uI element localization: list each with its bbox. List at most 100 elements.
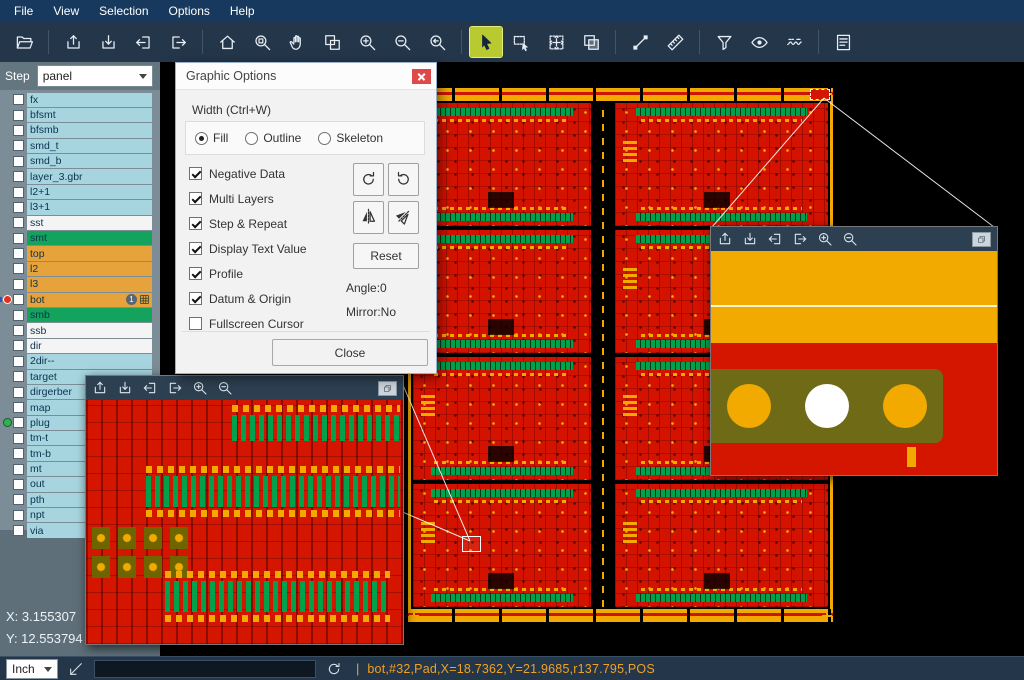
layer-name[interactable]: bfsmt xyxy=(27,108,152,122)
magnifier-tool-button[interactable] xyxy=(142,380,158,396)
dialog-titlebar[interactable]: Graphic Options xyxy=(176,63,436,90)
layer-visibility-checkbox[interactable] xyxy=(13,356,24,367)
menu-item[interactable]: View xyxy=(43,0,89,22)
layer-visibility-checkbox[interactable] xyxy=(13,310,24,321)
layer-row[interactable]: top xyxy=(0,246,160,261)
toolbar-button[interactable] xyxy=(57,27,89,57)
layer-name[interactable]: fx xyxy=(27,93,152,107)
layer-name[interactable]: layer_3.gbr xyxy=(27,169,152,183)
close-icon[interactable] xyxy=(412,69,431,84)
toolbar-button[interactable] xyxy=(659,27,691,57)
layer-visibility-checkbox[interactable] xyxy=(13,263,24,274)
layer-row[interactable]: l3 xyxy=(0,277,160,292)
layer-visibility-checkbox[interactable] xyxy=(13,494,24,505)
layer-visibility-checkbox[interactable] xyxy=(13,279,24,290)
reset-button[interactable]: Reset xyxy=(353,243,419,269)
layer-row[interactable]: 2dir-- xyxy=(0,354,160,369)
mirror-diagonal-button[interactable] xyxy=(388,201,419,234)
toolbar-button[interactable] xyxy=(8,27,40,57)
layer-name[interactable]: bot 1 xyxy=(27,293,152,307)
magnifier-tool-button[interactable] xyxy=(192,380,208,396)
menu-item[interactable]: Selection xyxy=(89,0,158,22)
layer-name[interactable]: ssb xyxy=(27,323,152,337)
menu-item[interactable]: File xyxy=(4,0,43,22)
option-checkbox-row[interactable]: Fullscreen Cursor xyxy=(189,311,307,336)
layer-visibility-checkbox[interactable] xyxy=(13,325,24,336)
layer-visibility-checkbox[interactable] xyxy=(13,340,24,351)
toolbar-button[interactable] xyxy=(778,27,810,57)
toolbar-button[interactable] xyxy=(743,27,775,57)
magnifier-view[interactable] xyxy=(86,400,403,644)
toolbar-button[interactable] xyxy=(162,27,194,57)
magnifier-tool-button[interactable] xyxy=(117,380,133,396)
layer-row[interactable]: smd_b xyxy=(0,154,160,169)
layer-visibility-checkbox[interactable] xyxy=(13,156,24,167)
layer-row[interactable]: dir xyxy=(0,338,160,353)
layer-visibility-checkbox[interactable] xyxy=(13,387,24,398)
option-checkbox-row[interactable]: Step & Repeat xyxy=(189,211,307,236)
layer-row[interactable]: fx xyxy=(0,92,160,107)
layer-visibility-checkbox[interactable] xyxy=(13,464,24,475)
layer-visibility-checkbox[interactable] xyxy=(13,94,24,105)
layer-visibility-checkbox[interactable] xyxy=(13,448,24,459)
layer-name[interactable]: l3 xyxy=(27,277,152,291)
toolbar-button[interactable] xyxy=(827,27,859,57)
layer-row[interactable]: l2+1 xyxy=(0,184,160,199)
option-checkbox-row[interactable]: Multi Layers xyxy=(189,186,307,211)
toolbar-button[interactable] xyxy=(92,27,124,57)
magnifier-titlebar[interactable] xyxy=(711,227,997,251)
toolbar-button[interactable] xyxy=(421,27,453,57)
magnifier-tool-button[interactable] xyxy=(742,231,758,247)
layer-visibility-checkbox[interactable] xyxy=(13,171,24,182)
layer-visibility-checkbox[interactable] xyxy=(13,248,24,259)
magnifier-tool-button[interactable] xyxy=(92,380,108,396)
mirror-horizontal-button[interactable] xyxy=(353,201,384,234)
toolbar-button[interactable] xyxy=(281,27,313,57)
layer-visibility-checkbox[interactable] xyxy=(13,294,24,305)
magnifier-tool-button[interactable] xyxy=(767,231,783,247)
toolbar-button[interactable] xyxy=(540,27,572,57)
layer-visibility-checkbox[interactable] xyxy=(13,217,24,228)
layer-visibility-checkbox[interactable] xyxy=(13,202,24,213)
window-restore-button[interactable] xyxy=(378,381,397,396)
toolbar-button[interactable] xyxy=(708,27,740,57)
magnifier-tool-button[interactable] xyxy=(842,231,858,247)
layer-visibility-checkbox[interactable] xyxy=(13,525,24,536)
layer-name[interactable]: smd_t xyxy=(27,139,152,153)
layer-visibility-checkbox[interactable] xyxy=(13,417,24,428)
layer-visibility-checkbox[interactable] xyxy=(13,233,24,244)
option-checkbox-row[interactable]: Datum & Origin xyxy=(189,286,307,311)
window-restore-button[interactable] xyxy=(972,232,991,247)
fill-mode-radio[interactable]: Skeleton xyxy=(318,131,391,145)
layer-visibility-checkbox[interactable] xyxy=(13,510,24,521)
option-checkbox-row[interactable]: Profile xyxy=(189,261,307,286)
fill-mode-radio[interactable]: Fill xyxy=(195,131,236,145)
unit-select[interactable]: Inch xyxy=(6,659,58,679)
toolbar-button[interactable] xyxy=(386,27,418,57)
step-select[interactable]: panel xyxy=(37,65,153,87)
toolbar-button[interactable] xyxy=(505,27,537,57)
magnifier-tool-button[interactable] xyxy=(217,380,233,396)
layer-visibility-checkbox[interactable] xyxy=(13,110,24,121)
layer-visibility-checkbox[interactable] xyxy=(13,402,24,413)
layer-row[interactable]: bfsmb xyxy=(0,123,160,138)
layer-name[interactable]: smd_b xyxy=(27,154,152,168)
layer-name[interactable]: smt xyxy=(27,231,152,245)
layer-visibility-checkbox[interactable] xyxy=(13,125,24,136)
layer-name[interactable]: l2+1 xyxy=(27,185,152,199)
rotate-ccw-button[interactable] xyxy=(388,163,419,196)
layer-name[interactable]: top xyxy=(27,246,152,260)
fill-mode-radio[interactable]: Outline xyxy=(245,131,309,145)
magnifier-titlebar[interactable] xyxy=(86,376,403,400)
layer-visibility-checkbox[interactable] xyxy=(13,140,24,151)
layer-row[interactable]: l2 xyxy=(0,261,160,276)
layer-row[interactable]: smd_t xyxy=(0,138,160,153)
layer-row[interactable]: smb xyxy=(0,307,160,322)
layer-row[interactable]: bot 1 xyxy=(0,292,160,307)
magnifier-view[interactable] xyxy=(711,251,997,475)
toolbar-button[interactable] xyxy=(624,27,656,57)
layer-visibility-checkbox[interactable] xyxy=(13,187,24,198)
layer-name[interactable]: sst xyxy=(27,216,152,230)
layer-name[interactable]: bfsmb xyxy=(27,123,152,137)
magnifier-tool-button[interactable] xyxy=(717,231,733,247)
